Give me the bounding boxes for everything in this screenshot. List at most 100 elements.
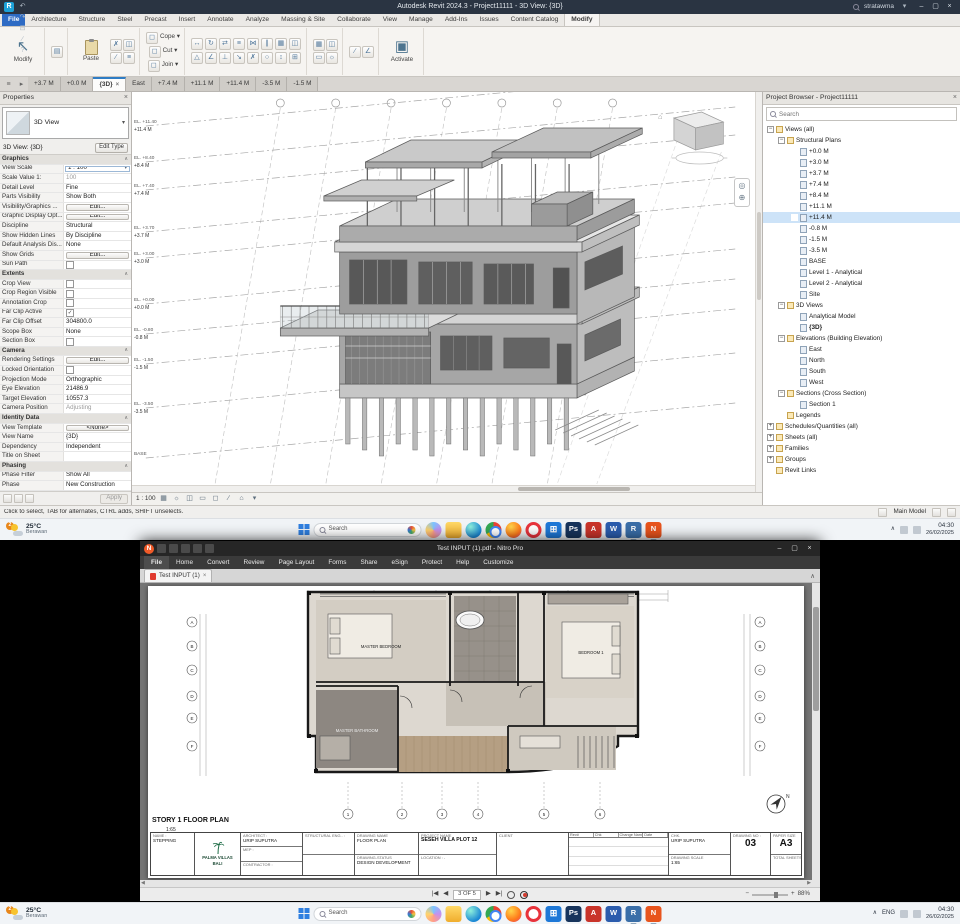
taskbar-app-icon[interactable] [446, 522, 462, 538]
collapse-ribbon-icon[interactable]: ∧ [810, 573, 815, 580]
tree-expander[interactable] [791, 346, 798, 353]
view-tool-icon[interactable]: ☼ [326, 52, 338, 64]
volume-icon[interactable] [913, 526, 921, 534]
ribbon-tab[interactable]: Convert [200, 556, 236, 569]
selection-filter-icon[interactable] [947, 508, 956, 517]
property-row[interactable]: Show Hidden Lines By Discipline [0, 232, 131, 242]
modify-tool-icon[interactable]: △ [191, 52, 203, 64]
property-row[interactable]: Sun Path [0, 261, 131, 271]
language-indicator[interactable]: ENG [882, 910, 895, 917]
measure-tool-icon[interactable]: ∠ [362, 46, 374, 58]
property-row[interactable]: Dependency Independent [0, 443, 131, 453]
qat-icon[interactable]: ↷ [17, 13, 28, 24]
tree-item[interactable]: -3.5 M [763, 245, 960, 256]
pan-tool-icon[interactable] [507, 891, 515, 899]
wifi-icon[interactable] [900, 910, 908, 918]
taskbar-app-icon[interactable]: Ps [566, 522, 582, 538]
tree-item[interactable]: North [763, 355, 960, 366]
minimize-button[interactable]: – [915, 1, 928, 13]
view-control-icon[interactable]: ◻ [211, 494, 221, 504]
tree-expander[interactable] [791, 247, 798, 254]
document-tab[interactable]: Test INPUT (1) × [144, 569, 212, 582]
tree-expander[interactable]: + [767, 456, 774, 463]
viewcube[interactable]: ⌂ [658, 112, 727, 164]
property-row[interactable]: Projection Mode Orthographic [0, 376, 131, 386]
modify-tool-icon[interactable]: ✗ [247, 52, 259, 64]
property-row[interactable]: Discipline Structural [0, 222, 131, 232]
canvas-vertical-scrollbar[interactable] [755, 92, 762, 492]
ribbon-tab[interactable]: Manage [403, 13, 439, 26]
pdf-page[interactable]: AB CD EF AB CD EF [148, 586, 804, 878]
property-row[interactable]: Section Box [0, 337, 131, 347]
redo-icon[interactable] [193, 544, 202, 553]
zoom-slider[interactable] [752, 894, 788, 896]
tree-expander[interactable] [791, 170, 798, 177]
tree-expander[interactable]: + [767, 434, 774, 441]
view-control-icon[interactable]: ▾ [250, 494, 260, 504]
view-tab[interactable]: +11.4 M [220, 77, 256, 91]
ribbon-tab[interactable]: Customize [476, 556, 520, 569]
tree-item[interactable]: +3.7 M [763, 168, 960, 179]
ribbon-tab[interactable]: Collaborate [331, 13, 377, 26]
tree-expander[interactable]: + [767, 423, 774, 430]
tree-item[interactable]: Legends [763, 410, 960, 421]
taskbar-app-icon[interactable] [526, 522, 542, 538]
minimize-button[interactable]: – [773, 543, 786, 554]
taskbar-search[interactable]: Search [314, 523, 422, 537]
modify-tool-icon[interactable]: ≡ [233, 38, 245, 50]
tree-item[interactable]: East [763, 344, 960, 355]
tree-expander[interactable] [791, 357, 798, 364]
tree-expander[interactable] [767, 467, 774, 474]
format-icon[interactable]: ≡ [123, 52, 135, 64]
close-icon[interactable]: × [124, 94, 128, 102]
taskbar-app-icon[interactable] [466, 522, 482, 538]
tree-item[interactable]: +3.0 M [763, 157, 960, 168]
weather-widget[interactable]: 2 25°C Berawan [6, 907, 47, 920]
property-row[interactable]: View Scale 1 : 100 [0, 165, 131, 175]
tree-item[interactable]: − Sections (Cross Section) [763, 388, 960, 399]
tree-expander[interactable] [791, 324, 798, 331]
view-tool-icon[interactable]: ◫ [326, 39, 338, 51]
ribbon-tab[interactable]: Help [449, 556, 476, 569]
view-control-icon[interactable]: ▦ [159, 494, 169, 504]
taskbar-app-icon[interactable]: W [606, 906, 622, 922]
property-row[interactable]: Graphics [0, 155, 131, 165]
taskbar-clock[interactable]: 04:30 26/02/2025 [926, 523, 954, 536]
undo-icon[interactable] [181, 544, 190, 553]
edit-type-button[interactable]: Edit Type [95, 143, 128, 153]
qat-icon[interactable]: ∕ [17, 35, 28, 46]
wifi-icon[interactable] [900, 526, 908, 534]
building-model[interactable] [280, 128, 642, 456]
taskbar-app-icon[interactable] [486, 906, 502, 922]
ribbon-tab[interactable]: Analyze [240, 13, 275, 26]
tree-item[interactable]: BASE [763, 256, 960, 267]
ribbon-tab[interactable]: Add-Ins [439, 13, 474, 26]
property-row[interactable]: Graphic Display Opt... Edit... [0, 213, 131, 223]
first-page-button[interactable]: |◀ [432, 891, 438, 898]
taskbar-app-icon[interactable]: R [626, 522, 642, 538]
view-tab[interactable]: -1.5 M [287, 77, 318, 91]
scroll-right-icon[interactable]: ▶ [807, 881, 811, 887]
email-icon[interactable] [205, 544, 214, 553]
tree-item[interactable]: -1.5 M [763, 234, 960, 245]
taskbar-app-icon[interactable] [546, 522, 562, 538]
ribbon-tab[interactable]: Massing & Site [275, 13, 331, 26]
modify-tool-icon[interactable]: ∠ [205, 52, 217, 64]
property-row[interactable]: Show Grids Edit... [0, 251, 131, 261]
ribbon-tab[interactable]: Issues [474, 13, 505, 26]
tree-expander[interactable] [791, 159, 798, 166]
tree-item[interactable]: West [763, 377, 960, 388]
document-vertical-scrollbar[interactable] [812, 583, 820, 887]
property-row[interactable]: Target Elevation 10557.3 [0, 395, 131, 405]
tree-expander[interactable]: − [778, 390, 785, 397]
tree-item[interactable]: Level 1 - Analytical [763, 267, 960, 278]
modify-tool-icon[interactable]: ↔ [191, 38, 203, 50]
tray-chevron-icon[interactable]: ∧ [891, 526, 895, 533]
drawing-canvas[interactable]: EL. +11.40+11.4 M EL. +8.40+8.4 M EL. +7… [132, 92, 762, 505]
tree-expander[interactable] [791, 203, 798, 210]
ribbon-tab[interactable]: Steel [111, 13, 138, 26]
worksets-icon[interactable] [878, 508, 887, 517]
tree-item[interactable]: +8.4 M [763, 190, 960, 201]
3d-model-view[interactable]: EL. +11.40+11.4 M EL. +8.40+8.4 M EL. +7… [132, 92, 755, 492]
property-row[interactable]: Crop View [0, 280, 131, 290]
